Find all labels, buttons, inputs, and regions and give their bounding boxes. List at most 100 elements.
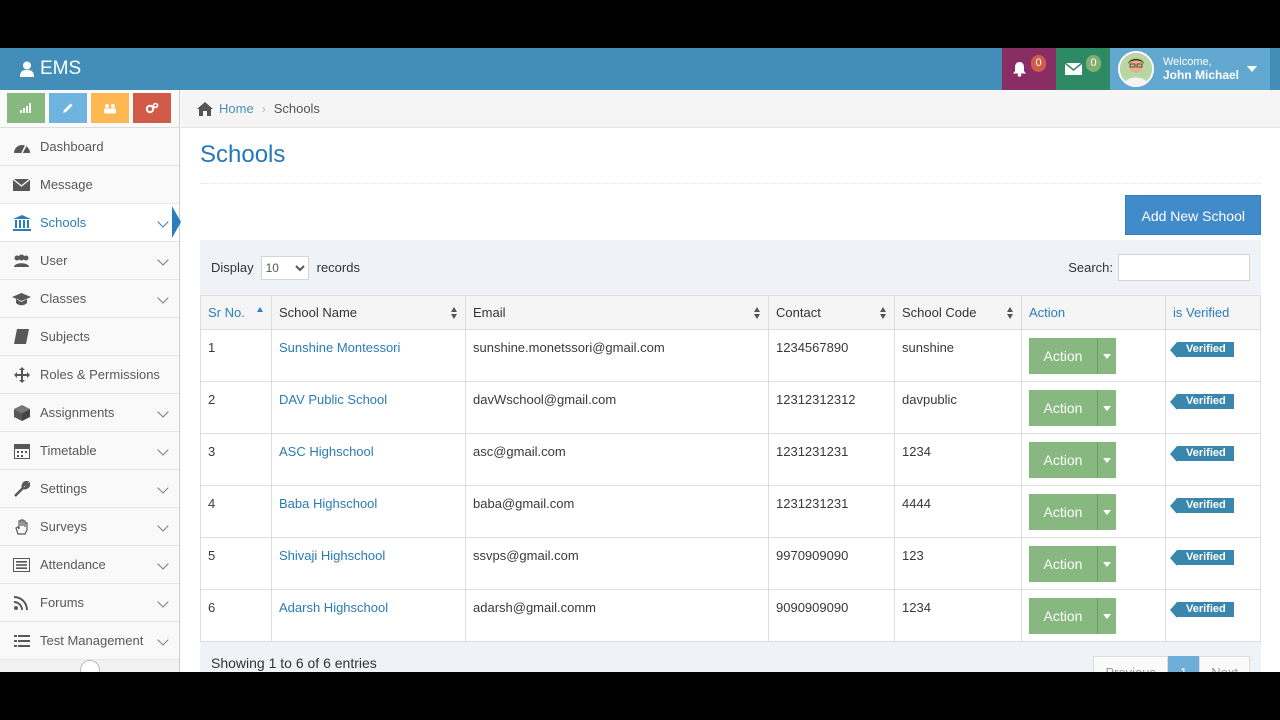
- sidebar-item-forums[interactable]: Forums: [0, 584, 179, 622]
- cell-email: baba@gmail.com: [465, 485, 769, 538]
- sidebar-item-surveys[interactable]: Surveys: [0, 508, 179, 546]
- action-dropdown-toggle[interactable]: [1097, 390, 1116, 426]
- action-dropdown-toggle[interactable]: [1097, 494, 1116, 530]
- sidebar-item-timetable[interactable]: Timetable: [0, 432, 179, 470]
- caret-down-icon: [1103, 353, 1111, 359]
- sidebar-item-assignments[interactable]: Assignments: [0, 394, 179, 432]
- brand[interactable]: EMS: [20, 48, 81, 90]
- shortcut-edit-button[interactable]: [49, 93, 87, 123]
- table-row: 2 DAV Public School davWschool@gmail.com 12…: [200, 381, 1261, 434]
- column-label: Email: [473, 305, 506, 320]
- screen: EMS 0 0 Welcome, John Michael Dashboard …: [0, 48, 1280, 672]
- cell-action: Action: [1021, 381, 1166, 434]
- sidebar-item-schools[interactable]: Schools: [0, 204, 179, 242]
- action-button[interactable]: Action: [1029, 546, 1097, 582]
- school-name-link[interactable]: Shivaji Highschool: [271, 537, 466, 590]
- home-icon[interactable]: [197, 101, 213, 116]
- search-input[interactable]: [1118, 254, 1250, 281]
- pencil-icon: [63, 103, 73, 113]
- column-school-code[interactable]: School Code: [894, 295, 1022, 330]
- cell-is-verified: Verified: [1165, 537, 1261, 590]
- action-button-group: Action: [1029, 338, 1116, 374]
- cell-email: davWschool@gmail.com: [465, 381, 769, 434]
- column-school-name[interactable]: School Name: [271, 295, 466, 330]
- cell-contact: 9090909090: [768, 589, 895, 642]
- avatar: [1118, 51, 1154, 87]
- action-button-group: Action: [1029, 390, 1116, 426]
- sidebar-item-classes[interactable]: Classes: [0, 280, 179, 318]
- sidebar-item-subjects[interactable]: Subjects: [0, 318, 179, 356]
- pagination-previous[interactable]: Previous: [1093, 656, 1169, 672]
- chevron-down-icon: [157, 482, 169, 494]
- sidebar-item-test-management[interactable]: Test Management: [0, 622, 179, 660]
- school-name-link[interactable]: Adarsh Highschool: [271, 589, 466, 642]
- sidebar-item-roles-permissions[interactable]: Roles & Permissions: [0, 356, 179, 394]
- caret-down-icon: [1103, 509, 1111, 515]
- action-button[interactable]: Action: [1029, 338, 1097, 374]
- pagination-page-current[interactable]: 1: [1168, 656, 1200, 672]
- sidebar: Dashboard Message Schools User Classes Subjec…: [0, 90, 180, 672]
- action-button[interactable]: Action: [1029, 442, 1097, 478]
- sidebar-item-dashboard[interactable]: Dashboard: [0, 128, 179, 166]
- sidebar-item-label: User: [40, 253, 68, 268]
- sidebar-item-message[interactable]: Message: [0, 166, 179, 204]
- pagination: Previous 1 Next: [1093, 656, 1250, 672]
- action-button[interactable]: Action: [1029, 494, 1097, 530]
- chevron-down-icon: [157, 292, 169, 304]
- action-dropdown-toggle[interactable]: [1097, 598, 1116, 634]
- page-title: Schools: [200, 141, 1260, 184]
- school-name-link[interactable]: DAV Public School: [271, 381, 466, 434]
- user-menu[interactable]: Welcome, John Michael: [1110, 48, 1270, 90]
- sidebar-item-label: Surveys: [40, 519, 87, 534]
- sidebar-menu: Dashboard Message Schools User Classes Subjec…: [0, 128, 179, 660]
- column-contact[interactable]: Contact: [768, 295, 895, 330]
- action-button[interactable]: Action: [1029, 598, 1097, 634]
- shortcut-stats-button[interactable]: [7, 93, 45, 123]
- action-button[interactable]: Action: [1029, 390, 1097, 426]
- column-sr-no[interactable]: Sr No.: [200, 295, 272, 330]
- cell-contact: 1231231231: [768, 485, 895, 538]
- column-label: Action: [1029, 305, 1066, 320]
- sidebar-item-settings[interactable]: Settings: [0, 470, 179, 508]
- schools-table-wrapper: Display 10 records Search: Sr No. School…: [200, 240, 1261, 672]
- column-label: Contact: [776, 305, 821, 320]
- shortcut-group-button[interactable]: [91, 93, 129, 123]
- sidebar-shortcuts: [0, 90, 179, 128]
- cell-school-code: 123: [894, 537, 1022, 590]
- cell-is-verified: Verified: [1165, 433, 1261, 486]
- breadcrumb-home-link[interactable]: Home: [219, 101, 254, 116]
- sidebar-item-label: Attendance: [40, 557, 106, 572]
- add-new-school-button[interactable]: Add New School: [1125, 195, 1261, 235]
- sidebar-item-label: Subjects: [40, 329, 90, 344]
- notifications-button[interactable]: 0: [1002, 48, 1056, 90]
- cell-sr-no: 5: [200, 537, 272, 590]
- sidebar-collapse-toggle[interactable]: [80, 660, 100, 672]
- action-dropdown-toggle[interactable]: [1097, 338, 1116, 374]
- cell-action: Action: [1021, 433, 1166, 486]
- school-name-link[interactable]: Sunshine Montessori: [271, 329, 466, 382]
- school-name-link[interactable]: Baba Highschool: [271, 485, 466, 538]
- sidebar-item-label: Test Management: [40, 633, 144, 648]
- action-dropdown-toggle[interactable]: [1097, 546, 1116, 582]
- school-name-link[interactable]: ASC Highschool: [271, 433, 466, 486]
- shortcut-settings-button[interactable]: [133, 93, 171, 123]
- column-label: is Verified: [1173, 305, 1230, 320]
- sidebar-item-attendance[interactable]: Attendance: [0, 546, 179, 584]
- cell-sr-no: 3: [200, 433, 272, 486]
- table-row: 3 ASC Highschool asc@gmail.com 1231231231 12…: [200, 433, 1261, 486]
- messages-button[interactable]: 0: [1056, 48, 1110, 90]
- pagination-next[interactable]: Next: [1199, 656, 1250, 672]
- cube-icon: [12, 404, 31, 421]
- page-size-select[interactable]: 10: [260, 255, 309, 280]
- list-alt-icon: [12, 557, 31, 573]
- column-email[interactable]: Email: [465, 295, 769, 330]
- sidebar-item-user[interactable]: User: [0, 242, 179, 280]
- action-dropdown-toggle[interactable]: [1097, 442, 1116, 478]
- user-icon: [20, 61, 34, 77]
- display-label: Display: [211, 260, 254, 275]
- cell-sr-no: 2: [200, 381, 272, 434]
- caret-down-icon: [1103, 613, 1111, 619]
- verified-badge: Verified: [1170, 446, 1234, 462]
- cell-action: Action: [1021, 329, 1166, 382]
- verified-badge: Verified: [1170, 602, 1234, 618]
